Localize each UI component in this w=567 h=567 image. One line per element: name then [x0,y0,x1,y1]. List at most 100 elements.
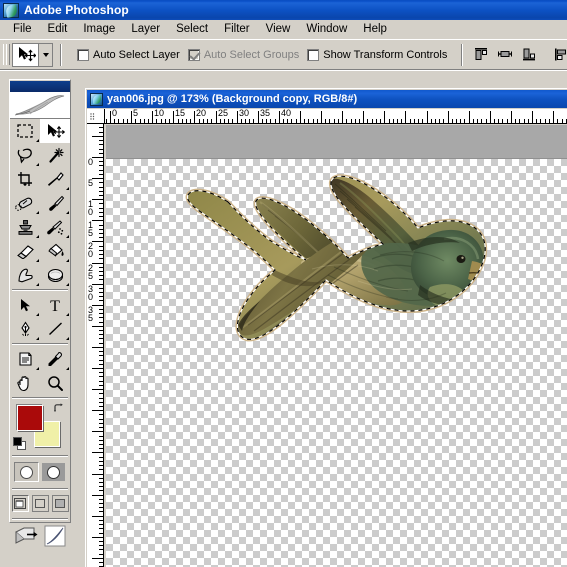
ruler-tick [545,119,546,123]
tool-grid [10,119,70,287]
ruler-tick [99,317,103,318]
tool-preset-dropdown[interactable] [38,42,53,67]
clone-stamp-tool[interactable] [10,215,40,239]
blur-tool[interactable] [10,263,40,287]
lasso-tool[interactable] [10,143,40,167]
rectangular-marquee-tool[interactable] [10,119,40,143]
ruler-tick [99,381,103,382]
ruler-tick [99,338,103,339]
color-swatch-area [10,401,70,453]
ruler-tick [435,119,436,123]
align-left-edges-icon [554,48,566,61]
dodge-tool[interactable] [40,263,70,287]
tool-flyout-corner [66,313,69,316]
menu-filter[interactable]: Filter [216,21,258,38]
show-transform-controls-checkbox[interactable]: Show Transform Controls [307,48,447,61]
notes-tool[interactable] [10,347,40,371]
menu-help[interactable]: Help [355,21,395,38]
menu-bar: File Edit Image Layer Select Filter View… [0,20,567,39]
active-tool-preview[interactable] [12,42,38,67]
standard-mode-button[interactable] [14,462,39,482]
ruler-corner-box[interactable] [87,109,105,124]
ruler-tick [562,119,563,123]
menu-window[interactable]: Window [298,21,355,38]
ruler-tick [99,393,103,394]
auto-select-layer-checkbox[interactable]: Auto Select Layer [77,48,180,61]
ruler-tick [99,254,103,255]
quick-mask-mode-button[interactable] [41,462,66,482]
magic-wand-icon [48,147,64,163]
standard-screen-mode-button[interactable] [11,495,29,512]
ruler-tick [135,119,136,123]
history-brush-icon [47,219,64,235]
menu-file[interactable]: File [5,21,40,38]
healing-brush-tool[interactable] [10,191,40,215]
ruler-tick [342,111,343,123]
ruler-tick [99,499,103,500]
ruler-tick [304,119,305,123]
zoom-tool[interactable] [40,371,70,395]
ruler-tick [99,414,103,415]
ruler-tick [190,119,191,123]
default-colors-icon[interactable] [13,437,26,450]
align-left-edges-button[interactable] [550,44,567,65]
type-t-icon: T [50,298,60,313]
ruler-tick [99,288,103,289]
tool-flyout-corner [36,367,39,370]
ruler-tick [148,119,149,123]
pen-tool[interactable] [10,317,40,341]
ruler-tick [99,440,103,441]
canvas-transparency-sheet[interactable] [106,158,567,567]
ruler-tick [99,313,103,314]
move-tool[interactable] [40,119,70,143]
ruler-tick [92,516,103,517]
ruler-tick [99,427,103,428]
menu-select[interactable]: Select [168,21,216,38]
type-tool[interactable]: T [40,293,70,317]
foreground-color-swatch[interactable] [17,405,43,431]
slice-tool[interactable] [40,167,70,191]
path-selection-tool[interactable] [10,293,40,317]
align-bottom-edges-button[interactable] [518,44,540,65]
hand-tool[interactable] [10,371,40,395]
menu-edit[interactable]: Edit [40,21,76,38]
jump-to-imageready-button[interactable] [14,525,40,547]
ruler-tick [99,524,103,525]
canvas-viewport[interactable] [106,125,567,567]
ruler-label: 25 [88,263,94,281]
history-brush-tool[interactable] [40,215,70,239]
full-screen-with-menubar-button[interactable] [31,495,49,512]
tool-flyout-corner [36,139,39,142]
eraser-tool[interactable] [10,239,40,263]
ruler-tick [99,562,103,563]
swap-colors-icon[interactable] [53,403,65,415]
tool-flyout-corner [66,367,69,370]
options-bar-grip[interactable] [2,42,10,67]
ruler-origin-icon [90,113,95,120]
swallow-bird-illustration[interactable] [172,169,542,419]
eyedropper-tool[interactable] [40,347,70,371]
full-screen-mode-button[interactable] [51,495,69,512]
ruler-tick [123,119,124,123]
imageready-feather-icon[interactable] [44,525,66,547]
paint-bucket-tool[interactable] [40,239,70,263]
magic-wand-tool[interactable] [40,143,70,167]
brush-tool[interactable] [40,191,70,215]
crop-tool[interactable] [10,167,40,191]
document-title-bar[interactable]: yan006.jpg @ 173% (Background copy, RGB/… [87,90,567,108]
menu-image[interactable]: Image [75,21,123,38]
ruler-tick [338,119,339,123]
ruler-tick [224,119,225,123]
align-vertical-centers-button[interactable] [494,44,516,65]
ruler-tick [144,119,145,123]
ruler-tick [156,119,157,123]
ruler-tick [99,533,103,534]
horizontal-ruler[interactable]: 0 5 10 15 20 25 30 35 40 [105,109,567,124]
align-top-edges-button[interactable] [470,44,492,65]
menu-view[interactable]: View [258,21,299,38]
vertical-ruler[interactable]: 0 5 10 15 20 25 30 35 [87,124,104,567]
line-tool[interactable] [40,317,70,341]
menu-layer[interactable]: Layer [123,21,168,38]
toolbox-banner[interactable] [10,81,70,119]
ruler-tick [92,537,103,538]
